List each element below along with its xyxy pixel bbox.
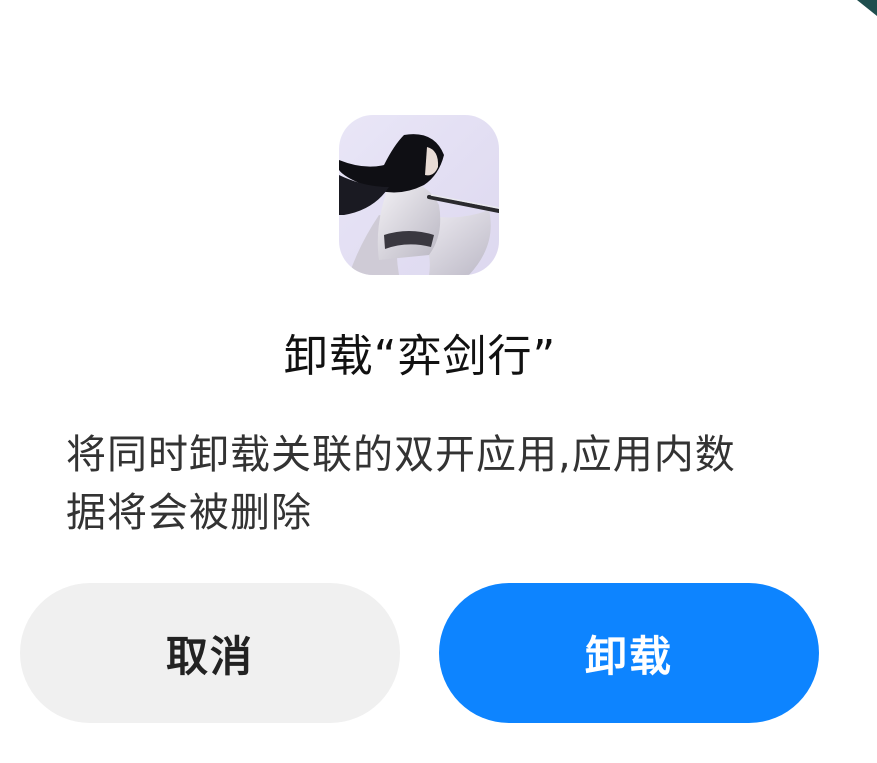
cancel-button[interactable]: 取消 (20, 583, 400, 723)
uninstall-button[interactable]: 卸载 (439, 583, 819, 723)
uninstall-dialog: 卸载“弈剑行” 将同时卸载关联的双开应用,应用内数据将会被删除 取消 卸载 (0, 0, 877, 763)
corner-decoration (853, 0, 877, 24)
app-icon (339, 115, 499, 275)
dialog-message: 将同时卸载关联的双开应用,应用内数据将会被删除 (66, 432, 736, 536)
dialog-title: 卸载“弈剑行” (283, 331, 557, 382)
